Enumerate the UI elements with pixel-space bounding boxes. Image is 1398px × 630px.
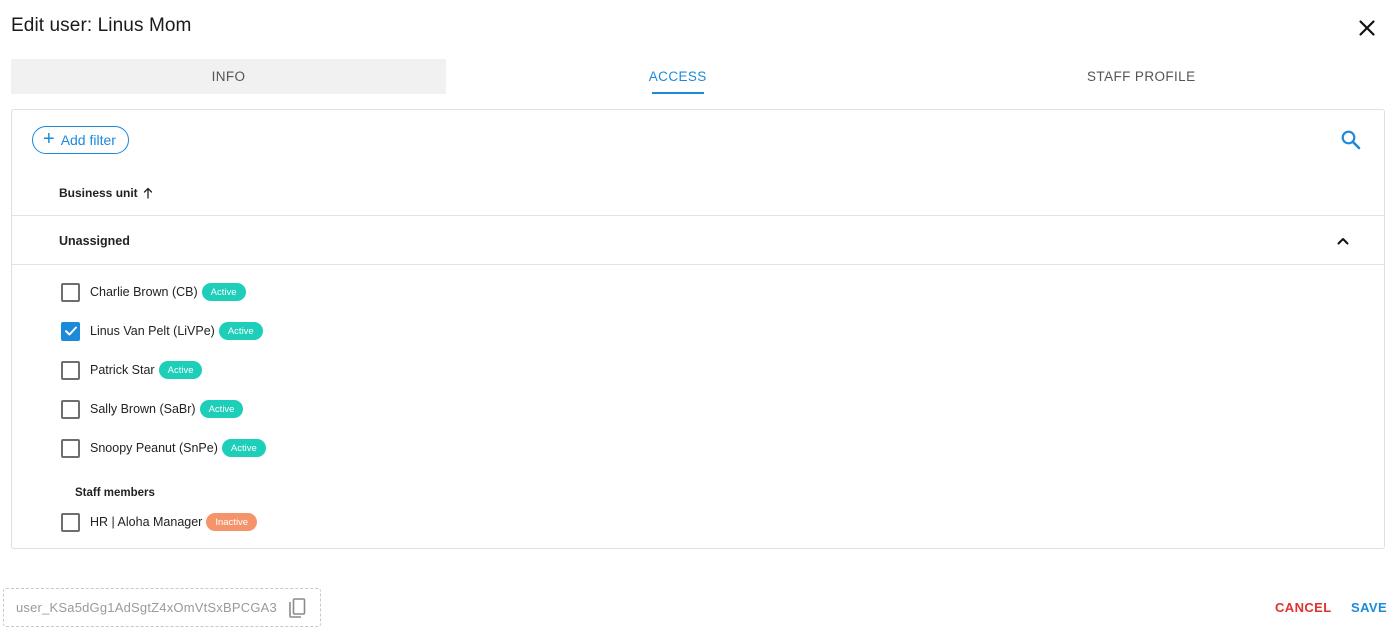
search-icon [1341, 130, 1361, 150]
group-title: Unassigned [59, 234, 130, 248]
active-tab-indicator [651, 92, 704, 94]
user-id-text: user_KSa5dGg1AdSgtZ4xOmVtSxBPCGA3 [16, 600, 277, 615]
close-icon [1359, 20, 1375, 36]
list-item: HR | Aloha Manager Inactive [61, 510, 258, 534]
checkbox[interactable] [61, 438, 80, 458]
checkbox[interactable] [61, 282, 80, 302]
search-button[interactable] [1340, 129, 1362, 151]
tab-staff-profile[interactable]: STAFF PROFILE [910, 59, 1374, 94]
copy-icon [289, 598, 306, 618]
item-label: Snoopy Peanut (SnPe) [90, 441, 218, 455]
add-filter-button[interactable]: + Add filter [32, 126, 129, 154]
status-badge: Active [218, 322, 263, 340]
business-unit-column-header[interactable]: Business unit [59, 186, 153, 200]
status-badge: Active [221, 439, 266, 457]
copy-button[interactable] [286, 597, 308, 619]
check-icon [64, 326, 77, 336]
list-item: Linus Van Pelt (LiVPe) Active [61, 319, 263, 343]
tab-label: INFO [211, 69, 246, 84]
status-badge: Active [158, 361, 203, 379]
chevron-up-icon [1337, 238, 1349, 245]
item-label: Patrick Star [90, 363, 155, 377]
list-item: Charlie Brown (CB) Active [61, 280, 246, 304]
user-id-field: user_KSa5dGg1AdSgtZ4xOmVtSxBPCGA3 [3, 588, 321, 627]
checkbox[interactable] [61, 512, 80, 532]
tab-info[interactable]: INFO [11, 59, 446, 94]
staff-members-heading: Staff members [75, 487, 155, 499]
status-badge: Active [199, 400, 244, 418]
tab-bar: INFO ACCESS STAFF PROFILE [11, 59, 1373, 94]
item-label: Linus Van Pelt (LiVPe) [90, 324, 215, 338]
divider [12, 264, 1384, 265]
access-panel: + Add filter Business unit Unassigned Ch… [11, 109, 1385, 549]
arrow-up-icon [143, 187, 152, 199]
status-badge: Active [201, 283, 246, 301]
cancel-button[interactable]: CANCEL [1275, 600, 1332, 615]
checkbox[interactable] [61, 321, 80, 341]
plus-icon: + [43, 128, 55, 150]
item-label: Sally Brown (SaBr) [90, 402, 196, 416]
item-label: Charlie Brown (CB) [90, 285, 198, 299]
list-item: Sally Brown (SaBr) Active [61, 397, 244, 421]
tab-label: ACCESS [648, 69, 707, 84]
list-item: Snoopy Peanut (SnPe) Active [61, 436, 266, 460]
close-button[interactable] [1355, 16, 1379, 40]
checkbox[interactable] [61, 399, 80, 419]
list-item: Patrick Star Active [61, 358, 203, 382]
tab-label: STAFF PROFILE [1087, 69, 1196, 84]
dialog-title: Edit user: Linus Mom [11, 15, 192, 36]
add-filter-label: Add filter [60, 132, 116, 148]
checkbox[interactable] [61, 360, 80, 380]
tab-access[interactable]: ACCESS [446, 59, 910, 94]
item-label: HR | Aloha Manager [90, 515, 203, 529]
dialog-header: Edit user: Linus Mom [11, 14, 1387, 40]
status-badge: Inactive [206, 513, 258, 531]
save-button[interactable]: SAVE [1351, 600, 1387, 615]
group-header-unassigned[interactable]: Unassigned [12, 216, 1384, 265]
column-header-label: Business unit [59, 186, 138, 200]
